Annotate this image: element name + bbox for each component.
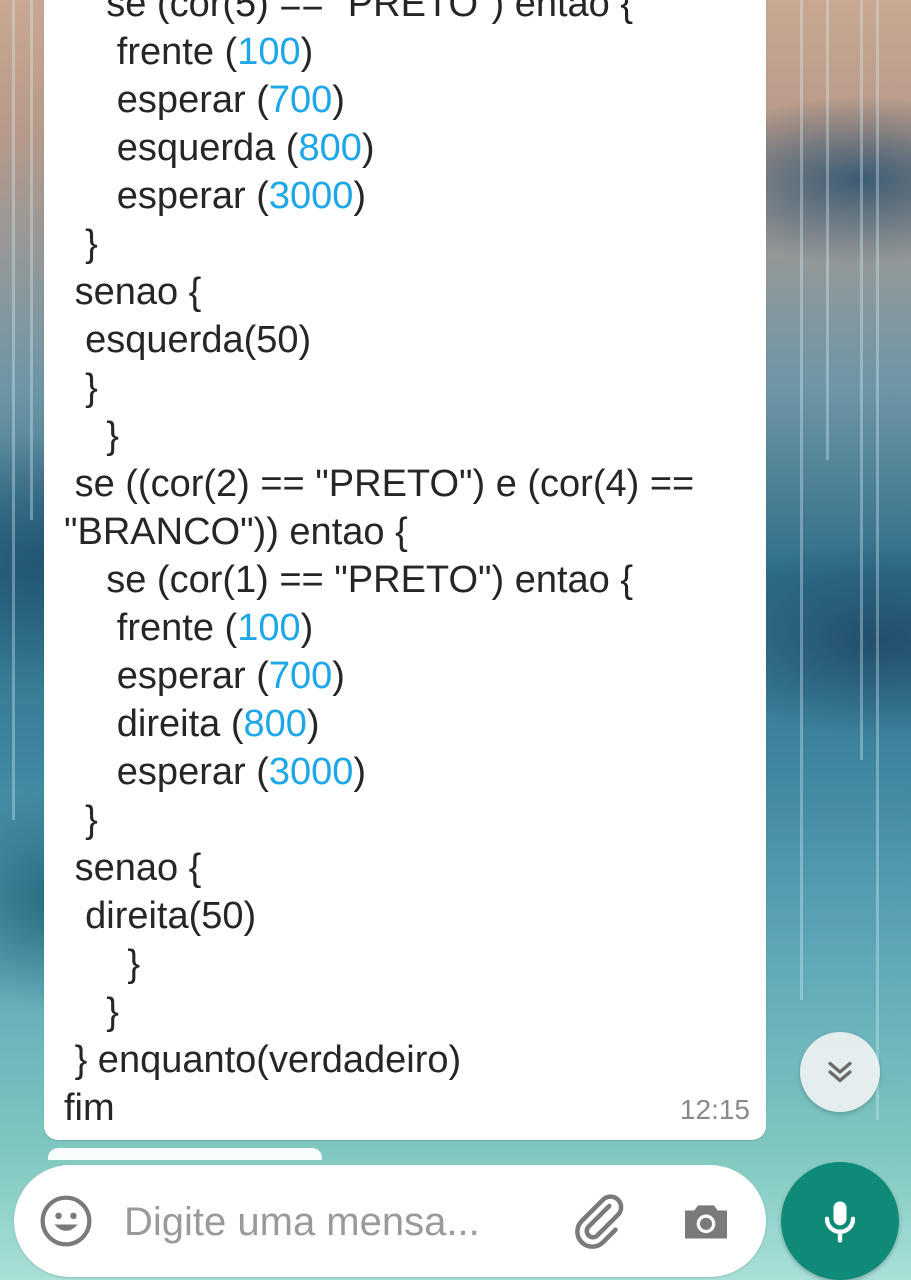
- camera-button[interactable]: [678, 1193, 734, 1249]
- code-text: ): [332, 655, 345, 697]
- code-number: 700: [268, 79, 333, 121]
- chevron-double-down-icon: [828, 1061, 852, 1083]
- code-text: ): [361, 127, 375, 169]
- code-line: }: [64, 940, 140, 988]
- code-text: ): [353, 751, 367, 793]
- code-line: }: [64, 220, 98, 268]
- code-text: }: [106, 415, 119, 457]
- code-text: se (cor(5) == "PRETO") entao {: [106, 0, 634, 25]
- code-text: esquerda (: [116, 127, 299, 169]
- code-text: }: [127, 943, 141, 985]
- code-number: 3000: [268, 175, 354, 217]
- code-text: direita(50): [85, 895, 257, 937]
- emoji-button[interactable]: [38, 1193, 94, 1249]
- code-text: }: [85, 223, 98, 265]
- code-number: 800: [298, 127, 362, 169]
- code-text: senao {: [74, 271, 202, 313]
- code-line: frente (100): [64, 28, 313, 76]
- code-text: esperar (: [116, 751, 269, 793]
- emoji-icon: [40, 1195, 92, 1247]
- code-line: esperar (700): [64, 652, 345, 700]
- code-text: ): [300, 31, 314, 73]
- voice-message-button[interactable]: [781, 1162, 899, 1280]
- message-input[interactable]: [122, 1193, 536, 1251]
- code-text: esquerda(50): [85, 319, 312, 361]
- code-line: } enquanto(verdadeiro): [64, 1036, 462, 1084]
- code-line: "BRANCO")) entao {: [64, 508, 408, 556]
- code-number: 700: [268, 655, 333, 697]
- code-line: esperar (3000): [64, 748, 366, 796]
- code-line: esquerda (800): [64, 124, 375, 172]
- camera-icon: [685, 1205, 727, 1239]
- code-line: }: [64, 988, 119, 1036]
- message-composer: [14, 1165, 766, 1277]
- code-text: frente (: [116, 607, 238, 649]
- code-text: fim: [64, 1087, 115, 1129]
- code-text: frente (: [116, 31, 238, 73]
- code-text: ): [353, 175, 367, 217]
- code-line: se ((cor(2) == "PRETO") e (cor(4) ==: [64, 460, 695, 508]
- code-line: esquerda(50): [64, 316, 311, 364]
- code-line: }: [64, 796, 98, 844]
- mic-icon: [824, 1201, 856, 1243]
- code-line: direita (800): [64, 700, 320, 748]
- code-line: direita(50): [64, 892, 256, 940]
- code-text: esperar (: [116, 655, 269, 697]
- attach-button[interactable]: [568, 1191, 628, 1251]
- message-bubble[interactable]: se (cor(5) == "PRETO") entao { frente (1…: [44, 0, 766, 1140]
- code-text: }: [85, 367, 98, 409]
- code-text: }: [106, 991, 119, 1033]
- code-text: senao {: [74, 847, 202, 889]
- code-number: 100: [237, 31, 301, 73]
- code-line: se (cor(5) == "PRETO") entao {: [64, 0, 633, 28]
- code-text: ): [306, 703, 320, 745]
- code-text: ): [332, 79, 345, 121]
- code-line: }: [64, 364, 98, 412]
- code-line: esperar (3000): [64, 172, 366, 220]
- code-text: se (cor(1) == "PRETO") entao {: [106, 559, 634, 601]
- code-text: } enquanto(verdadeiro): [74, 1039, 462, 1081]
- message-timestamp: 12:15: [679, 1094, 750, 1125]
- paperclip-icon: [575, 1194, 624, 1249]
- code-line: senao {: [64, 268, 202, 316]
- code-number: 800: [243, 703, 307, 745]
- next-message-bubble[interactable]: [48, 1148, 322, 1160]
- code-line: frente (100): [64, 604, 313, 652]
- code-text: "BRANCO")) entao {: [64, 511, 408, 553]
- code-text: se ((cor(2) == "PRETO") e (cor(4) ==: [74, 463, 695, 505]
- code-number: 100: [237, 607, 301, 649]
- code-text: esperar (: [116, 175, 269, 217]
- code-text: }: [85, 799, 98, 841]
- code-text: ): [300, 607, 314, 649]
- code-text: esperar (: [116, 79, 269, 121]
- code-line: se (cor(1) == "PRETO") entao {: [64, 556, 633, 604]
- code-number: 3000: [268, 751, 354, 793]
- code-text: direita (: [116, 703, 244, 745]
- code-line: fim: [64, 1084, 115, 1132]
- code-line: esperar (700): [64, 76, 345, 124]
- code-line: }: [64, 412, 119, 460]
- scroll-to-bottom-button[interactable]: [800, 1032, 880, 1112]
- code-line: senao {: [64, 844, 202, 892]
